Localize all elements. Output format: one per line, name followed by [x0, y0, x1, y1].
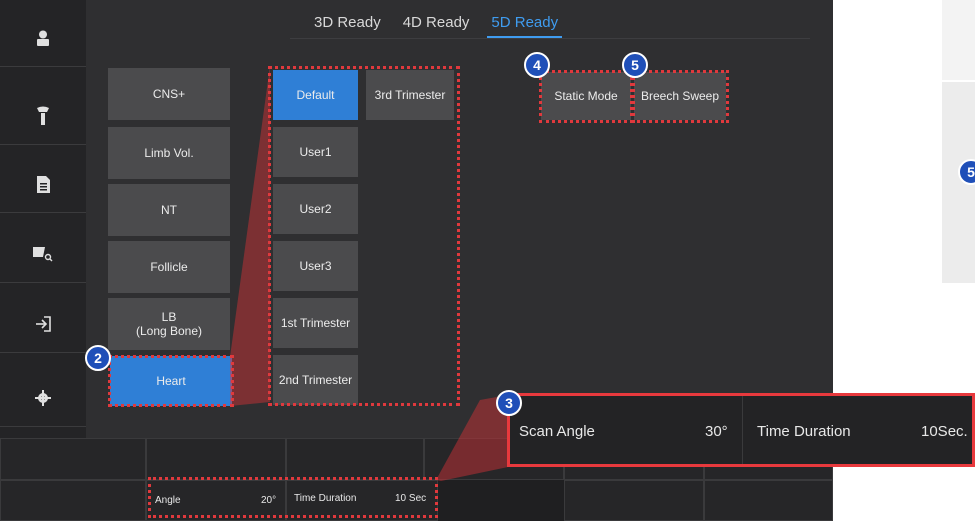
zoom-time-duration-value: 10Sec. [921, 423, 968, 440]
side-panel-top [942, 0, 975, 80]
badge-5: 5 [622, 52, 648, 78]
breech-sweep-highlight [632, 70, 729, 123]
badge-3: 3 [496, 390, 522, 416]
preset-callout-connector [230, 66, 270, 406]
badge-4: 4 [524, 52, 550, 78]
zoom-time-duration-control[interactable]: Time Duration 10Sec. [743, 396, 975, 464]
zoomed-scan-settings: Scan Angle 30° Time Duration 10Sec. [507, 393, 975, 467]
preset-highlight [268, 66, 460, 406]
scan-angle-control[interactable]: Scan Angle 30° [510, 396, 743, 464]
scan-angle-label: Scan Angle [519, 423, 595, 440]
zoom-time-duration-label: Time Duration [757, 423, 851, 440]
badge-2: 2 [85, 345, 111, 371]
bottom-bar-highlight [148, 477, 438, 518]
scan-angle-value: 30° [705, 423, 728, 440]
static-mode-highlight [539, 70, 633, 123]
heart-highlight [108, 355, 234, 407]
